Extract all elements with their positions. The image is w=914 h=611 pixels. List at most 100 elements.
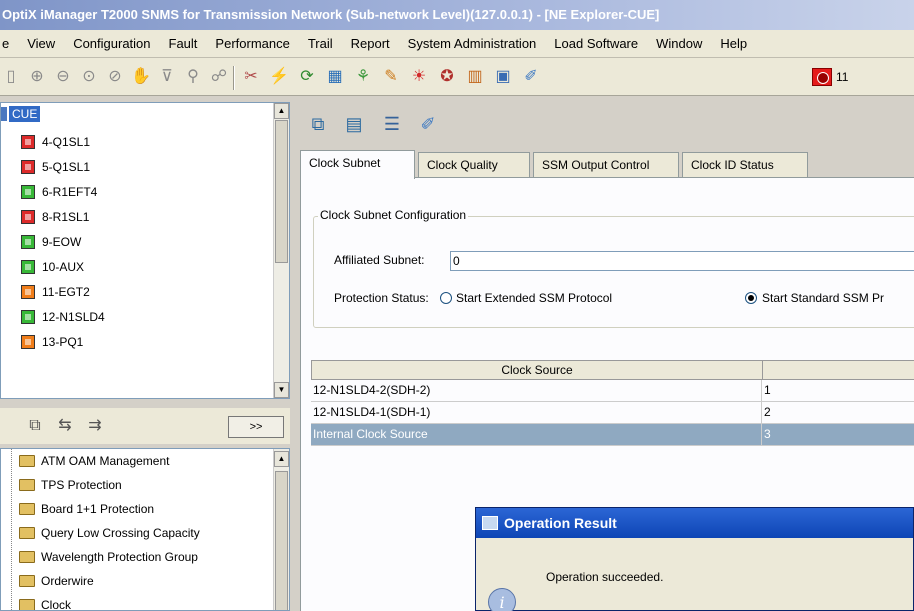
zoom-fit-icon[interactable]: ⊘ [104,67,126,87]
zoom-in-icon[interactable]: ⊕ [26,67,48,87]
more-button[interactable]: >> [228,416,284,438]
scissors-icon[interactable]: ✂ [240,67,262,87]
tree-board-row[interactable]: 9-EOW [1,230,81,254]
function-tree-item[interactable]: Wavelength Protection Group [19,545,198,569]
help-book-icon[interactable]: ✐ [416,112,440,136]
refresh-icon[interactable]: ⟳ [296,67,318,87]
function-tree: ATM OAM Management TPS Protection Board 1+… [0,448,290,611]
refresh-icon[interactable]: ⧉ [24,416,46,436]
table-row[interactable]: 12-N1SLD4-1(SDH-1) 2 [311,402,914,424]
collapse-icon[interactable]: ⇉ [84,416,106,436]
alarm-bell-icon[interactable]: ☀ [408,67,430,87]
alarm-count: 11 [836,70,849,84]
folder-icon [19,455,35,467]
tree-board-row[interactable]: 11-EGT2 [1,280,90,304]
table-row[interactable]: Internal Clock Source 3 [311,424,914,446]
zoom-out-icon[interactable]: ⊖ [52,67,74,87]
help-book-icon[interactable]: ✐ [520,67,542,87]
tab-ssm-output-control[interactable]: SSM Output Control [533,152,679,178]
tree-board-row[interactable]: 4-Q1SL1 [1,130,90,154]
tree-board-row[interactable]: 10-AUX [1,255,84,279]
trail-icon[interactable]: ⚡ [268,67,290,87]
board-label: 9-EOW [42,235,82,249]
board-view-icon[interactable]: ▤ [342,112,366,136]
document-icon[interactable]: ▯ [0,67,22,87]
critical-alarm-icon[interactable] [812,68,832,86]
folder-icon [19,503,35,515]
table-row[interactable]: 12-N1SLD4-2(SDH-2) 1 [311,380,914,402]
affiliated-subnet-label: Affiliated Subnet: [334,253,425,267]
window-title: OptiX iManager T2000 SNMS for Transmissi… [2,7,660,22]
extended-ssm-radio[interactable] [440,292,452,304]
tree-board-row[interactable]: 6-R1EFT4 [1,180,97,204]
function-tree-item[interactable]: Clock [19,593,71,610]
clock-source-cell: 12-N1SLD4-2(SDH-2) [311,380,762,401]
menu-window[interactable]: Window [647,36,711,51]
performance-chart-icon[interactable]: ▥ [464,67,486,87]
table-header: Clock Source [311,360,914,380]
service-icon[interactable]: ⚘ [352,67,374,87]
ne-icon [1,107,7,121]
scroll-thumb[interactable] [275,120,288,263]
tree-root-cue[interactable]: CUE [9,106,41,122]
expand-icon[interactable]: ⇆ [54,416,76,436]
ne-config-icon[interactable]: ⧉ [306,112,330,136]
tab-clock-subnet[interactable]: Clock Subnet [300,150,415,179]
main-toolbar: ▯ ⊕ ⊖ ⊙ ⊘ ✋ ⊽ ⚲ ☍ ✂ ⚡ ⟳ ▦ ⚘ ✎ ☀ ✪ ▥ ▣ ✐ … [0,58,914,96]
board-label: 11-EGT2 [42,285,90,299]
function-tree-label: ATM OAM Management [41,454,170,468]
connection-icon[interactable]: ✎ [380,67,402,87]
column-header-priority[interactable] [763,361,914,379]
topology-icon[interactable]: ☍ [208,67,230,87]
function-tree-scrollbar[interactable]: ▲ [273,449,289,610]
scroll-up-icon[interactable]: ▲ [274,103,289,119]
menu-system-administration[interactable]: System Administration [399,36,546,51]
tree-board-row[interactable]: 13-PQ1 [1,330,83,354]
operation-result-dialog: Operation Result Operation succeeded. i [475,507,914,611]
board-status-icon [21,135,35,149]
menu-help[interactable]: Help [711,36,756,51]
priority-cell: 3 [764,427,771,441]
tab-clock-quality[interactable]: Clock Quality [418,152,530,178]
menu-edit[interactable]: e [0,36,18,51]
menu-load-software[interactable]: Load Software [545,36,647,51]
tree-board-row[interactable]: 12-N1SLD4 [1,305,105,329]
zoom-area-icon[interactable]: ⊙ [78,67,100,87]
scroll-up-icon[interactable]: ▲ [274,451,289,467]
standard-ssm-radio[interactable] [745,292,757,304]
menu-view[interactable]: View [18,36,64,51]
function-tree-item[interactable]: Orderwire [19,569,94,593]
hand-pan-icon[interactable]: ✋ [130,67,152,87]
folder-icon [19,551,35,563]
navigation-bar: ⧉ ⇆ ⇉ >> [0,408,290,444]
board-status-icon [21,260,35,274]
tab-clock-id-status[interactable]: Clock ID Status [682,152,808,178]
ne-manager-icon[interactable]: ▦ [324,67,346,87]
dialog-title-bar[interactable]: Operation Result [476,508,913,538]
affiliated-subnet-input[interactable]: 0 [450,251,914,271]
tree-line [11,449,12,610]
database-icon[interactable]: ☰ [380,112,404,136]
report-icon[interactable]: ▣ [492,67,514,87]
alarm-browse-icon[interactable]: ✪ [436,67,458,87]
tree-board-row[interactable]: 8-R1SL1 [1,205,89,229]
tree-board-row[interactable]: 5-Q1SL1 [1,155,90,179]
menu-configuration[interactable]: Configuration [64,36,159,51]
function-tree-item[interactable]: Board 1+1 Protection [19,497,154,521]
app-icon [482,516,498,530]
scroll-thumb[interactable] [275,471,288,610]
menu-fault[interactable]: Fault [160,36,207,51]
column-header-clock-source[interactable]: Clock Source [312,361,763,379]
scroll-down-icon[interactable]: ▼ [274,382,289,398]
function-tree-item[interactable]: TPS Protection [19,473,122,497]
menu-report[interactable]: Report [342,36,399,51]
menu-performance[interactable]: Performance [206,36,298,51]
search-icon[interactable]: ⚲ [182,67,204,87]
tree-scrollbar[interactable]: ▲ ▼ [273,103,289,398]
function-tree-item[interactable]: Query Low Crossing Capacity [19,521,200,545]
board-status-icon [21,185,35,199]
filter-icon[interactable]: ⊽ [156,67,178,87]
function-tree-item[interactable]: ATM OAM Management [19,449,169,473]
board-status-icon [21,310,35,324]
menu-trail[interactable]: Trail [299,36,342,51]
